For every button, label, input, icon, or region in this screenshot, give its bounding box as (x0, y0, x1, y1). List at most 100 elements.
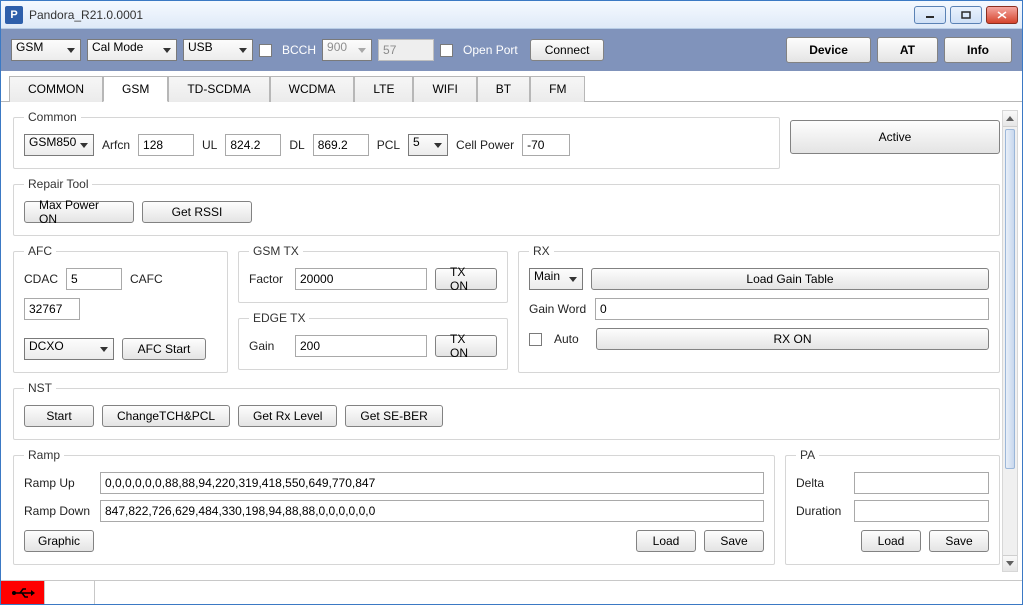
afc-mode-select[interactable]: DCXO (24, 338, 114, 360)
openport-checkbox[interactable] (440, 44, 453, 57)
active-button[interactable]: Active (790, 120, 1000, 154)
vertical-scrollbar[interactable] (1002, 110, 1018, 572)
pa-group: PA Delta Duration Load Save (785, 448, 1000, 565)
maximize-button[interactable] (950, 6, 982, 24)
at-button[interactable]: AT (877, 37, 938, 63)
channel-field[interactable]: 57 (378, 39, 434, 61)
tab-fm[interactable]: FM (530, 76, 585, 102)
getrssi-button[interactable]: Get RSSI (142, 201, 252, 223)
delta-label: Delta (796, 476, 846, 490)
cdac-field[interactable]: 5 (66, 268, 122, 290)
titlebar: P Pandora_R21.0.0001 (1, 1, 1022, 29)
gainword-field[interactable]: 0 (595, 298, 989, 320)
ramp-legend: Ramp (24, 448, 64, 462)
graphic-button[interactable]: Graphic (24, 530, 94, 552)
pa-load-button[interactable]: Load (861, 530, 921, 552)
info-button[interactable]: Info (944, 37, 1012, 63)
maxpower-button[interactable]: Max Power ON (24, 201, 134, 223)
load-gain-table-button[interactable]: Load Gain Table (591, 268, 989, 290)
minimize-button[interactable] (914, 6, 946, 24)
port-select[interactable]: USB (183, 39, 253, 61)
rampdown-field[interactable]: 847,822,726,629,484,330,198,94,88,88,0,0… (100, 500, 764, 522)
repair-legend: Repair Tool (24, 177, 92, 191)
scroll-thumb[interactable] (1005, 129, 1015, 469)
ul-label: UL (202, 138, 217, 152)
gain-field[interactable]: 200 (295, 335, 427, 357)
auto-label: Auto (554, 332, 588, 346)
pa-save-button[interactable]: Save (929, 530, 989, 552)
rampup-field[interactable]: 0,0,0,0,0,0,88,88,94,220,319,418,550,649… (100, 472, 764, 494)
tab-lte[interactable]: LTE (354, 76, 413, 102)
ramp-save-button[interactable]: Save (704, 530, 764, 552)
rampdown-label: Ramp Down (24, 504, 92, 518)
pcl-label: PCL (377, 138, 400, 152)
afc-start-button[interactable]: AFC Start (122, 338, 206, 360)
close-button[interactable] (986, 6, 1018, 24)
tab-tdscdma[interactable]: TD-SCDMA (168, 76, 269, 102)
repair-group: Repair Tool Max Power ON Get RSSI (13, 177, 1000, 236)
ul-field[interactable]: 824.2 (225, 134, 281, 156)
edgetx-group: EDGE TX Gain 200 TX ON (238, 311, 508, 370)
rx-mode-select[interactable]: Main (529, 268, 583, 290)
common-legend: Common (24, 110, 81, 124)
arfcn-field[interactable]: 128 (138, 134, 194, 156)
pcl-select[interactable]: 5 (408, 134, 448, 156)
openport-label: Open Port (463, 43, 518, 57)
arfcn-label: Arfcn (102, 138, 130, 152)
band-select[interactable]: GSM850 (24, 134, 94, 156)
get-se-ber-button[interactable]: Get SE-BER (345, 405, 442, 427)
window-controls (914, 6, 1018, 24)
rx-legend: RX (529, 244, 554, 258)
device-button[interactable]: Device (786, 37, 871, 63)
tab-gsm[interactable]: GSM (103, 76, 168, 102)
delta-field[interactable] (854, 472, 989, 494)
gainword-label: Gain Word (529, 302, 587, 316)
duration-label: Duration (796, 504, 846, 518)
gsm-txon-button[interactable]: TX ON (435, 268, 497, 290)
cdac-label: CDAC (24, 272, 58, 286)
scroll-area: Common GSM850 Arfcn 128 UL 824.2 DL 869.… (13, 110, 1000, 572)
factor-field[interactable]: 20000 (295, 268, 427, 290)
status-bar (1, 580, 1022, 604)
ramp-group: Ramp Ramp Up 0,0,0,0,0,0,88,88,94,220,31… (13, 448, 775, 565)
tab-wifi[interactable]: WIFI (413, 76, 476, 102)
edge-txon-button[interactable]: TX ON (435, 335, 497, 357)
cafc-label: CAFC (130, 272, 163, 286)
change-tch-pcl-button[interactable]: ChangeTCH&PCL (102, 405, 230, 427)
afc-group: AFC CDAC 5 CAFC 32767 DCXO AFC Start (13, 244, 228, 373)
mode-select[interactable]: GSM (11, 39, 81, 61)
ramp-load-button[interactable]: Load (636, 530, 696, 552)
tab-strip: COMMON GSM TD-SCDMA WCDMA LTE WIFI BT FM (1, 71, 1022, 102)
toolbar: GSM Cal Mode USB BCCH 900 57 Open Port C… (1, 29, 1022, 71)
bcch-checkbox[interactable] (259, 44, 272, 57)
calmode-select[interactable]: Cal Mode (87, 39, 177, 61)
nst-group: NST Start ChangeTCH&PCL Get Rx Level Get… (13, 381, 1000, 440)
status-cell-3 (95, 581, 1022, 604)
rampup-label: Ramp Up (24, 476, 92, 490)
nst-legend: NST (24, 381, 56, 395)
dl-field[interactable]: 869.2 (313, 134, 369, 156)
window-title: Pandora_R21.0.0001 (29, 8, 914, 22)
gsmtx-group: GSM TX Factor 20000 TX ON (238, 244, 508, 303)
get-rx-level-button[interactable]: Get Rx Level (238, 405, 337, 427)
cellpower-field[interactable]: -70 (522, 134, 570, 156)
edgetx-legend: EDGE TX (249, 311, 309, 325)
rxon-button[interactable]: RX ON (596, 328, 989, 350)
bcch-value-select[interactable]: 900 (322, 39, 372, 61)
tab-wcdma[interactable]: WCDMA (270, 76, 355, 102)
scroll-up-arrow[interactable] (1003, 111, 1017, 127)
common-group: Common GSM850 Arfcn 128 UL 824.2 DL 869.… (13, 110, 780, 169)
afc-legend: AFC (24, 244, 56, 258)
factor-label: Factor (249, 272, 287, 286)
auto-checkbox[interactable] (529, 333, 542, 346)
connect-button[interactable]: Connect (530, 39, 605, 61)
scroll-down-arrow[interactable] (1003, 555, 1017, 571)
nst-start-button[interactable]: Start (24, 405, 94, 427)
tab-common[interactable]: COMMON (9, 76, 103, 102)
duration-field[interactable] (854, 500, 989, 522)
tab-bt[interactable]: BT (477, 76, 530, 102)
gain-label: Gain (249, 339, 287, 353)
cafc-field[interactable]: 32767 (24, 298, 80, 320)
app-window: P Pandora_R21.0.0001 GSM Cal Mode USB BC… (0, 0, 1023, 605)
dl-label: DL (289, 138, 304, 152)
